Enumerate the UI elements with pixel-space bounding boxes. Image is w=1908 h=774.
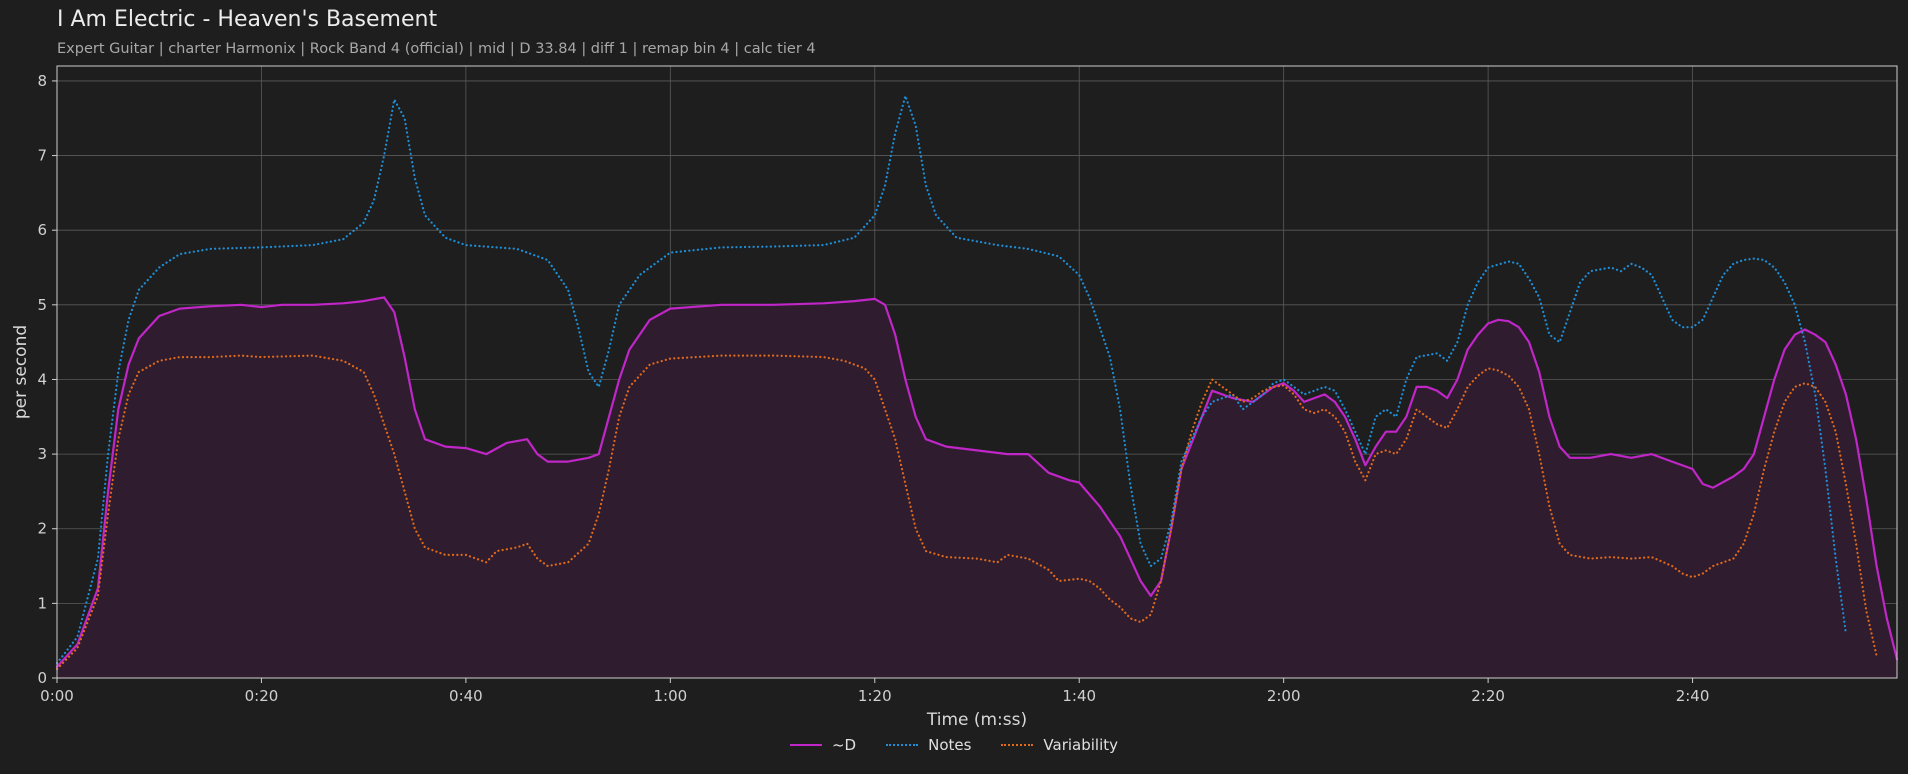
- legend-label-d: ~D: [831, 736, 857, 754]
- x-tick-label-2: 0:40: [449, 687, 483, 705]
- y-tick-label-8: 8: [37, 72, 47, 90]
- y-axis-ticks: 0 1 2 3 4 5 6 7 8: [37, 72, 57, 687]
- legend-item-d: ~D: [789, 736, 857, 754]
- y-tick-label-7: 7: [37, 147, 47, 165]
- x-tick-label-0: 0:00: [40, 687, 74, 705]
- x-tick-label-1: 0:20: [245, 687, 279, 705]
- legend-item-notes: Notes: [886, 736, 971, 754]
- legend-label-notes: Notes: [928, 736, 972, 754]
- y-axis-label: per second: [11, 325, 31, 419]
- y-tick-label-5: 5: [37, 296, 47, 314]
- legend-label-variability: Variability: [1043, 736, 1119, 754]
- legend-swatch-notes: [886, 744, 919, 746]
- x-tick-label-6: 2:00: [1267, 687, 1301, 705]
- y-tick-label-1: 1: [37, 594, 47, 612]
- series-area-0: [57, 297, 1897, 678]
- x-tick-label-7: 2:20: [1471, 687, 1505, 705]
- x-tick-label-5: 1:40: [1062, 687, 1096, 705]
- x-tick-label-8: 2:40: [1676, 687, 1710, 705]
- legend-swatch-variability: [1001, 744, 1034, 746]
- fill-layer: [57, 297, 1897, 678]
- y-tick-label-0: 0: [37, 669, 47, 687]
- x-axis-ticks: 0:00 0:20 0:40 1:00 1:20 1:40 2:00 2:20 2:40: [40, 678, 1709, 705]
- x-axis-label: Time (m:ss): [926, 710, 1027, 730]
- legend: ~D Notes Variability: [0, 736, 1908, 754]
- y-tick-label-3: 3: [37, 445, 47, 463]
- line-chart: 0 1 2 3 4 5 6 7 8 0:00 0:20 0:40 1:00 1:20 1:40 2:00 2:…: [11, 65, 1899, 730]
- y-tick-label-4: 4: [37, 370, 47, 388]
- y-tick-label-2: 2: [37, 520, 47, 538]
- x-tick-label-3: 1:00: [653, 687, 687, 705]
- legend-swatch-d: [789, 744, 822, 746]
- legend-item-variability: Variability: [1001, 736, 1118, 754]
- y-tick-label-6: 6: [37, 221, 47, 239]
- x-tick-label-4: 1:20: [858, 687, 892, 705]
